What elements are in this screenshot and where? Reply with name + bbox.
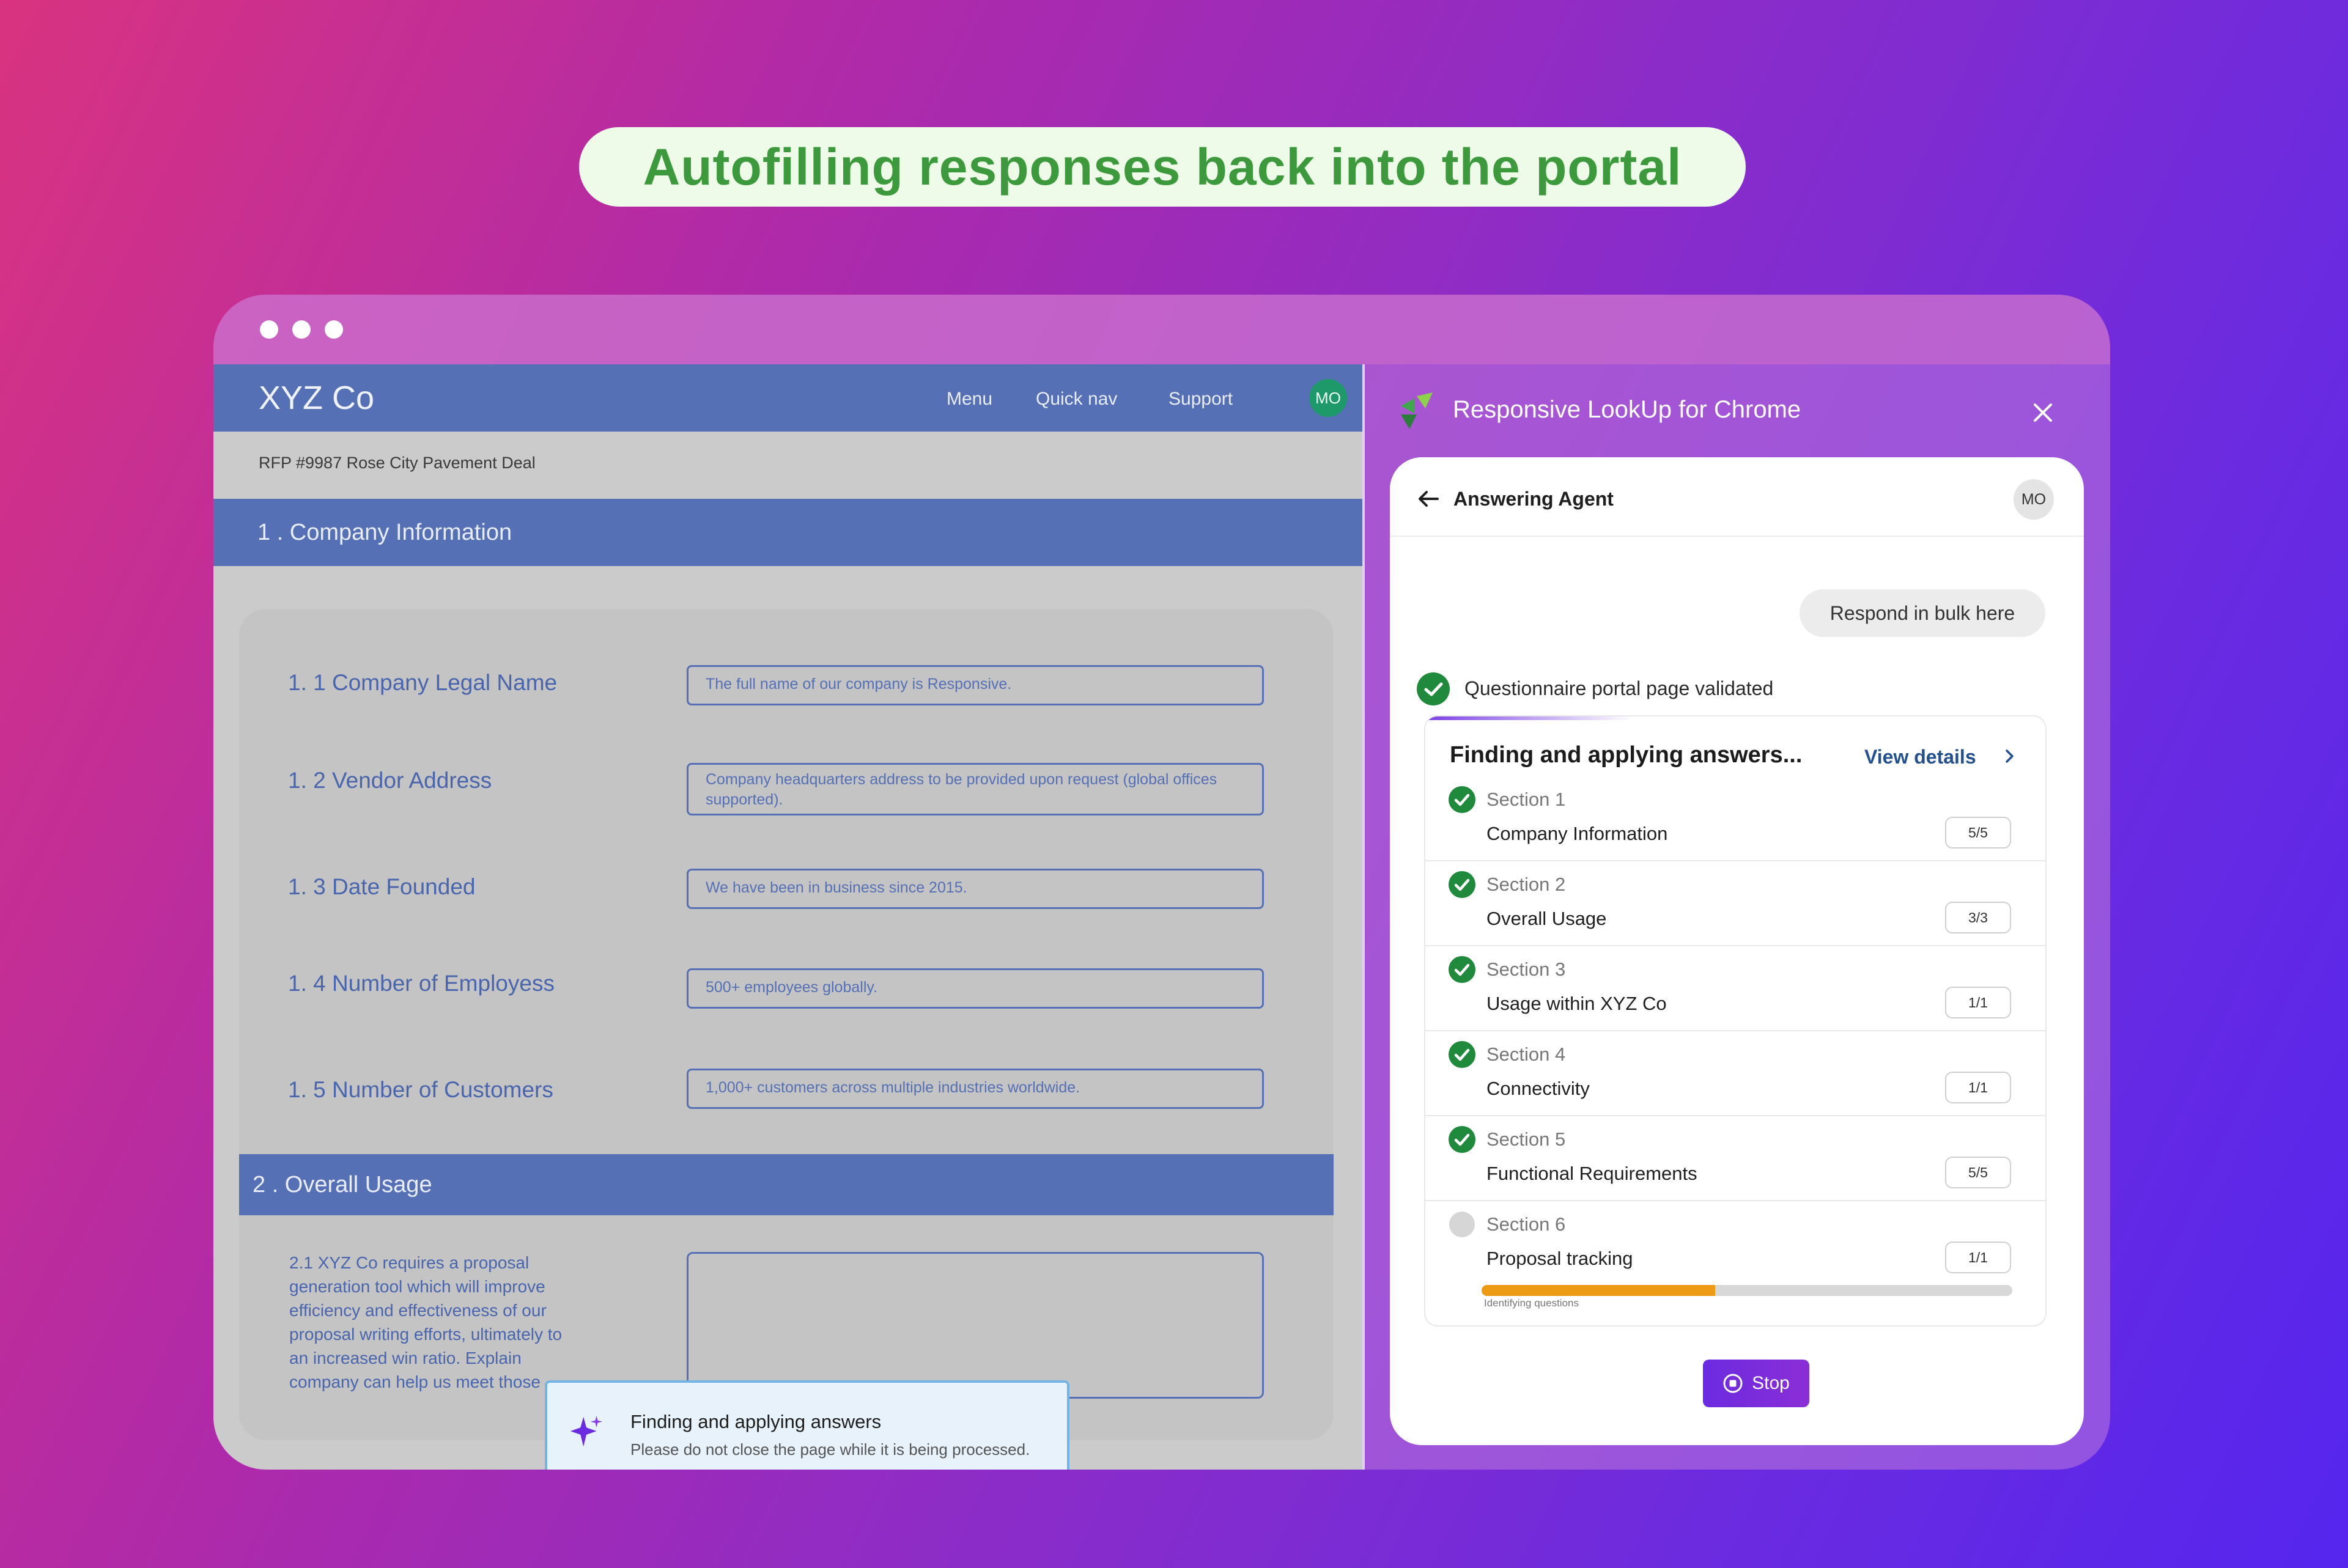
section-name: Connectivity bbox=[1486, 1078, 1590, 1099]
panel-divider bbox=[1362, 364, 1365, 1470]
answer-textarea[interactable] bbox=[687, 1252, 1264, 1399]
question-label: 1. 4 Number of Employess bbox=[288, 971, 555, 996]
section-header-overall-usage: 2 . Overall Usage bbox=[239, 1154, 1334, 1215]
section-name: Functional Requirements bbox=[1486, 1163, 1697, 1184]
answering-agent-panel: Answering Agent MO Respond in bulk here … bbox=[1390, 457, 2084, 1445]
stop-button[interactable]: Stop bbox=[1703, 1360, 1809, 1407]
answer-field[interactable]: We have been in business since 2015. bbox=[687, 869, 1264, 909]
questionnaire-card: 1. 1 Company Legal Name The full name of… bbox=[239, 609, 1334, 1440]
answer-field[interactable]: 500+ employees globally. bbox=[687, 968, 1264, 1009]
section-number: Section 1 bbox=[1486, 789, 1566, 810]
section-count-badge: 1/1 bbox=[1945, 987, 2011, 1018]
sparkle-icon bbox=[570, 1415, 603, 1447]
check-circle-icon bbox=[1449, 1126, 1475, 1153]
progress-title: Finding and applying answers... bbox=[1450, 742, 1803, 768]
breadcrumb: RFP #9987 Rose City Pavement Deal bbox=[259, 454, 536, 472]
window-dot-minimize[interactable] bbox=[292, 320, 311, 339]
section-count-badge: 1/1 bbox=[1945, 1072, 2011, 1103]
section-row[interactable]: Section 1 Company Information 5/5 bbox=[1425, 776, 2045, 861]
window-dot-maximize[interactable] bbox=[325, 320, 343, 339]
toast-title: Finding and applying answers bbox=[630, 1411, 882, 1432]
processing-toast: Finding and applying answers Please do n… bbox=[545, 1380, 1069, 1470]
question-label: 1. 5 Number of Customers bbox=[288, 1077, 553, 1102]
toast-subtitle: Please do not close the page while it is… bbox=[630, 1440, 1030, 1459]
rfp-portal: XYZ Co Menu Quick nav Support MO RFP #99… bbox=[213, 364, 1362, 1470]
browser-window: XYZ Co Menu Quick nav Support MO RFP #99… bbox=[213, 295, 2110, 1470]
progress-bar bbox=[1482, 1285, 2012, 1296]
section-row[interactable]: Section 4 Connectivity 1/1 bbox=[1425, 1031, 2045, 1116]
question-label: 1. 2 Vendor Address bbox=[288, 768, 492, 793]
extension-title: Responsive LookUp for Chrome bbox=[1453, 396, 1801, 423]
view-details-link[interactable]: View details bbox=[1864, 746, 1976, 768]
section-row[interactable]: Section 3 Usage within XYZ Co 1/1 bbox=[1425, 946, 2045, 1031]
pending-circle-icon bbox=[1449, 1212, 1475, 1237]
section-count-badge: 3/3 bbox=[1945, 902, 2011, 933]
section-count-badge: 5/5 bbox=[1945, 817, 2011, 848]
nav-support[interactable]: Support bbox=[1168, 389, 1233, 410]
section-count-badge: 5/5 bbox=[1945, 1157, 2011, 1188]
nav-quick-nav[interactable]: Quick nav bbox=[1036, 389, 1117, 410]
headline-banner: Autofilling responses back into the port… bbox=[579, 127, 1746, 207]
nav-menu[interactable]: Menu bbox=[947, 389, 992, 410]
question-label: 1. 3 Date Founded bbox=[288, 874, 476, 899]
check-circle-icon bbox=[1417, 672, 1450, 705]
section-number: Section 6 bbox=[1486, 1213, 1566, 1235]
progress-card: Finding and applying answers... View det… bbox=[1424, 715, 2047, 1327]
section-name: Overall Usage bbox=[1486, 908, 1607, 929]
section-header-company-info: 1 . Company Information bbox=[213, 499, 1362, 566]
progress-caption: Identifying questions bbox=[1484, 1297, 1579, 1309]
section-name: Usage within XYZ Co bbox=[1486, 993, 1667, 1014]
avatar[interactable]: MO bbox=[2014, 479, 2054, 520]
section-row[interactable]: Section 6 Proposal tracking 1/1 bbox=[1425, 1201, 2045, 1286]
question-label: 1. 1 Company Legal Name bbox=[288, 670, 558, 695]
chevron-right-icon[interactable] bbox=[2000, 747, 2018, 765]
answer-field[interactable]: 1,000+ customers across multiple industr… bbox=[687, 1069, 1264, 1109]
section-name: Company Information bbox=[1486, 823, 1668, 844]
avatar[interactable]: MO bbox=[1309, 379, 1347, 417]
progress-bar-fill bbox=[1482, 1285, 1715, 1296]
stop-circle-icon bbox=[1723, 1374, 1743, 1393]
question-label: 2.1 XYZ Co requires a proposal generatio… bbox=[289, 1253, 563, 1391]
panel-header: Answering Agent MO bbox=[1390, 457, 2084, 537]
responsive-logo-icon bbox=[1401, 392, 1433, 429]
back-arrow-icon[interactable] bbox=[1416, 485, 1442, 512]
respond-in-bulk-button[interactable]: Respond in bulk here bbox=[1800, 589, 2045, 637]
section-name: Proposal tracking bbox=[1486, 1248, 1633, 1269]
answer-field[interactable]: The full name of our company is Responsi… bbox=[687, 665, 1264, 705]
section-number: Section 3 bbox=[1486, 959, 1566, 980]
portal-navbar: XYZ Co Menu Quick nav Support MO bbox=[213, 364, 1362, 432]
validation-status: Questionnaire portal page validated bbox=[1464, 677, 1774, 699]
section-number: Section 4 bbox=[1486, 1043, 1566, 1065]
check-circle-icon bbox=[1449, 956, 1475, 983]
window-titlebar bbox=[213, 295, 2110, 364]
stop-label: Stop bbox=[1752, 1373, 1790, 1393]
check-circle-icon bbox=[1449, 786, 1475, 813]
section-row[interactable]: Section 5 Functional Requirements 5/5 bbox=[1425, 1116, 2045, 1201]
panel-title: Answering Agent bbox=[1453, 488, 1614, 510]
section-row[interactable]: Section 2 Overall Usage 3/3 bbox=[1425, 861, 2045, 946]
section-number: Section 2 bbox=[1486, 874, 1566, 895]
check-circle-icon bbox=[1449, 1041, 1475, 1068]
section-count-badge: 1/1 bbox=[1945, 1242, 2011, 1273]
answer-field[interactable]: Company headquarters address to be provi… bbox=[687, 763, 1264, 815]
section-number: Section 5 bbox=[1486, 1128, 1566, 1150]
portal-brand[interactable]: XYZ Co bbox=[259, 379, 374, 417]
check-circle-icon bbox=[1449, 871, 1475, 898]
close-icon[interactable] bbox=[2028, 397, 2058, 428]
window-dot-close[interactable] bbox=[260, 320, 278, 339]
